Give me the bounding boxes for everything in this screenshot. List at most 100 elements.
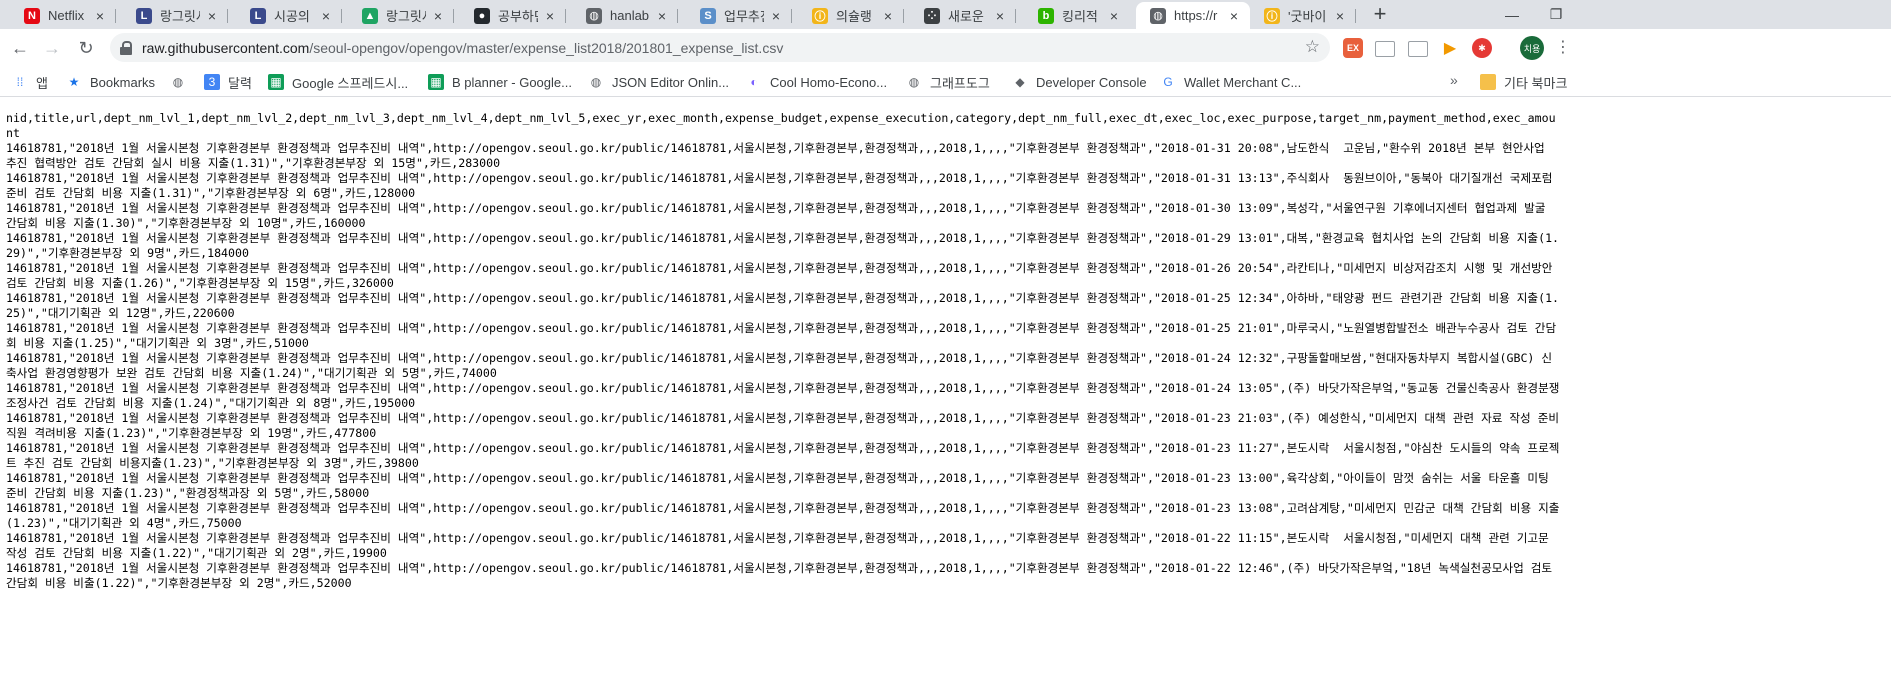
bookmark-item[interactable]: ◍ xyxy=(170,72,194,92)
close-icon[interactable]: × xyxy=(1226,8,1242,24)
tab-separator xyxy=(115,9,116,23)
toolbar: ← → ↻ raw.githubusercontent.com/seoul-op… xyxy=(0,29,1891,67)
restore-button[interactable]: ❐ xyxy=(1534,0,1578,29)
bookmark-label: Cool Homo-Econo... xyxy=(770,74,888,90)
bookmark-label: Bookmarks xyxy=(90,74,156,90)
kakao-icon: ⓘ xyxy=(812,7,828,24)
sheets-icon: ▦ xyxy=(268,74,284,90)
bookmark-item[interactable]: G Wallet Merchant C... xyxy=(1160,72,1301,92)
tab-3[interactable]: ▲ 랑그릿사 × xyxy=(348,2,454,29)
close-icon[interactable]: × xyxy=(430,8,446,24)
address-bar[interactable]: raw.githubusercontent.com/seoul-opengov/… xyxy=(110,33,1330,62)
close-icon[interactable]: × xyxy=(880,8,896,24)
new-tab-button[interactable]: + xyxy=(1368,3,1392,27)
tab-11[interactable]: ⓘ '굿바이 : × xyxy=(1250,2,1356,29)
tab-8[interactable]: ⁘ 새로운 세 × xyxy=(910,2,1016,29)
reload-button[interactable]: ↻ xyxy=(74,36,98,60)
tab-separator xyxy=(453,9,454,23)
bookmark-item[interactable]: ◆ Developer Console xyxy=(1012,72,1147,92)
minimize-button[interactable]: — xyxy=(1490,0,1534,29)
bookmarks-bar: ⁞⁞ 앱 ★ Bookmarks ◍ 3 달력 ▦ Google 스프레드시... ▦ B plan… xyxy=(0,67,1891,97)
tab-separator xyxy=(1015,9,1016,23)
tab-separator xyxy=(227,9,228,23)
tab-2[interactable]: L 시공의 폭 × xyxy=(236,2,342,29)
csv-data-line: 14618781,"2018년 1월 서울시본청 기후환경본부 환경정책과 업무… xyxy=(6,561,1560,590)
profile-avatar[interactable]: 치용 xyxy=(1520,36,1544,60)
bookmark-item[interactable]: ▦ Google 스프레드시... xyxy=(268,72,408,92)
tab-separator xyxy=(565,9,566,23)
menu-kebab-icon[interactable]: ⋮ xyxy=(1555,37,1571,57)
tab-strip: N Netflix × L 랑그릿사 × L 시공의 폭 × ▲ 랑그릿사 × ● 공부하던 × ◍ hanla… xyxy=(0,0,1891,29)
google-drive-icon: ▲ xyxy=(362,7,378,24)
bookmark-item[interactable]: ▦ B planner - Google... xyxy=(428,72,572,92)
bookmark-item[interactable]: ⁞⁞ 앱 xyxy=(12,72,48,92)
close-icon[interactable]: × xyxy=(318,8,334,24)
close-icon[interactable]: × xyxy=(1332,8,1348,24)
close-icon[interactable]: × xyxy=(92,8,108,24)
tab-title: Netflix xyxy=(48,8,85,23)
tab-title: https://r xyxy=(1174,8,1218,23)
page-content: nid,title,url,dept_nm_lvl_1,dept_nm_lvl_… xyxy=(0,105,1891,692)
bookmark-label: 기타 북마크 xyxy=(1504,75,1568,91)
tab-separator xyxy=(791,9,792,23)
url-text[interactable]: raw.githubusercontent.com/seoul-opengov/… xyxy=(142,40,783,56)
extension-play-icon[interactable]: ▶ xyxy=(1440,38,1460,58)
tab-6[interactable]: S 업무추진 × xyxy=(686,2,792,29)
tab-title: 새로운 세 xyxy=(948,9,988,24)
globe-icon: ◍ xyxy=(906,74,922,90)
tab-title: '굿바이 : xyxy=(1288,9,1328,24)
star-icon: ★ xyxy=(66,74,82,90)
close-icon[interactable]: × xyxy=(204,8,220,24)
globe-icon: ◍ xyxy=(1150,7,1166,24)
github-icon: ● xyxy=(474,7,490,24)
extension-window-icon[interactable] xyxy=(1375,41,1395,57)
bookmark-item[interactable]: ◍ 그래프도그 xyxy=(906,72,990,92)
close-icon[interactable]: × xyxy=(992,8,1008,24)
bookmark-item[interactable]: 기타 북마크 xyxy=(1480,72,1567,92)
bookmark-item[interactable]: ◍ JSON Editor Onlin... xyxy=(588,72,729,92)
csv-data-line: 14618781,"2018년 1월 서울시본청 기후환경본부 환경정책과 업무… xyxy=(6,381,1560,410)
close-icon[interactable]: × xyxy=(542,8,558,24)
bookmark-item[interactable]: ★ Bookmarks xyxy=(66,72,155,92)
globe-icon: ◍ xyxy=(170,74,186,90)
bookmark-label: B planner - Google... xyxy=(452,74,572,90)
bookmark-label: 달력 xyxy=(228,75,252,91)
bookmark-star-icon[interactable]: ☆ xyxy=(1305,37,1320,57)
close-icon[interactable]: × xyxy=(1106,8,1122,24)
bookmark-label: JSON Editor Onlin... xyxy=(612,74,730,90)
dots-icon: ⁘ xyxy=(924,7,940,24)
tab-0[interactable]: N Netflix × xyxy=(10,2,116,29)
tab-separator xyxy=(341,9,342,23)
bookmark-item[interactable]: 3 달력 xyxy=(204,72,252,92)
cool-icon: ◐ xyxy=(746,74,762,90)
kakao-icon: ⓘ xyxy=(1264,7,1280,24)
close-icon[interactable]: × xyxy=(654,8,670,24)
extension-cast-icon[interactable] xyxy=(1408,41,1428,57)
tab-9[interactable]: b 킹리적 주 × xyxy=(1024,2,1130,29)
tab-10[interactable]: ◍ https://r × xyxy=(1136,2,1250,29)
extension-ex-icon[interactable]: EX xyxy=(1343,38,1363,58)
extension-flash-icon[interactable]: ✱ xyxy=(1472,38,1492,58)
csv-data-line: 14618781,"2018년 1월 서울시본청 기후환경본부 환경정책과 업무… xyxy=(6,291,1560,320)
lock-icon xyxy=(120,40,132,55)
tab-title: 랑그릿사 xyxy=(386,9,426,24)
close-icon[interactable]: × xyxy=(768,8,784,24)
bookmark-item[interactable]: ◐ Cool Homo-Econo... xyxy=(746,72,887,92)
csv-data-line: 14618781,"2018년 1월 서울시본청 기후환경본부 환경정책과 업무… xyxy=(6,201,1553,230)
naver-blog-icon: b xyxy=(1038,7,1054,24)
folder-icon xyxy=(1480,74,1496,90)
csv-data-line: 14618781,"2018년 1월 서울시본청 기후환경본부 환경정책과 업무… xyxy=(6,351,1553,380)
calendar-icon: 3 xyxy=(204,74,220,90)
bookmarks-overflow-icon[interactable]: » xyxy=(1450,72,1458,88)
tab-1[interactable]: L 랑그릿사 × xyxy=(122,2,228,29)
langrisser-icon: L xyxy=(136,7,152,24)
url-path: /seoul-opengov/opengov/master/expense_li… xyxy=(309,39,784,56)
tab-7[interactable]: ⓘ 의슐랭 가 × xyxy=(798,2,904,29)
tab-5[interactable]: ◍ hanlab.c × xyxy=(572,2,678,29)
apps-grid-icon: ⁞⁞ xyxy=(12,74,28,90)
forward-button[interactable]: → xyxy=(40,36,64,60)
bookmark-label: Wallet Merchant C... xyxy=(1184,74,1302,90)
tab-4[interactable]: ● 공부하던 × xyxy=(460,2,566,29)
back-button[interactable]: ← xyxy=(8,36,32,60)
tab-title: 공부하던 xyxy=(498,9,538,24)
